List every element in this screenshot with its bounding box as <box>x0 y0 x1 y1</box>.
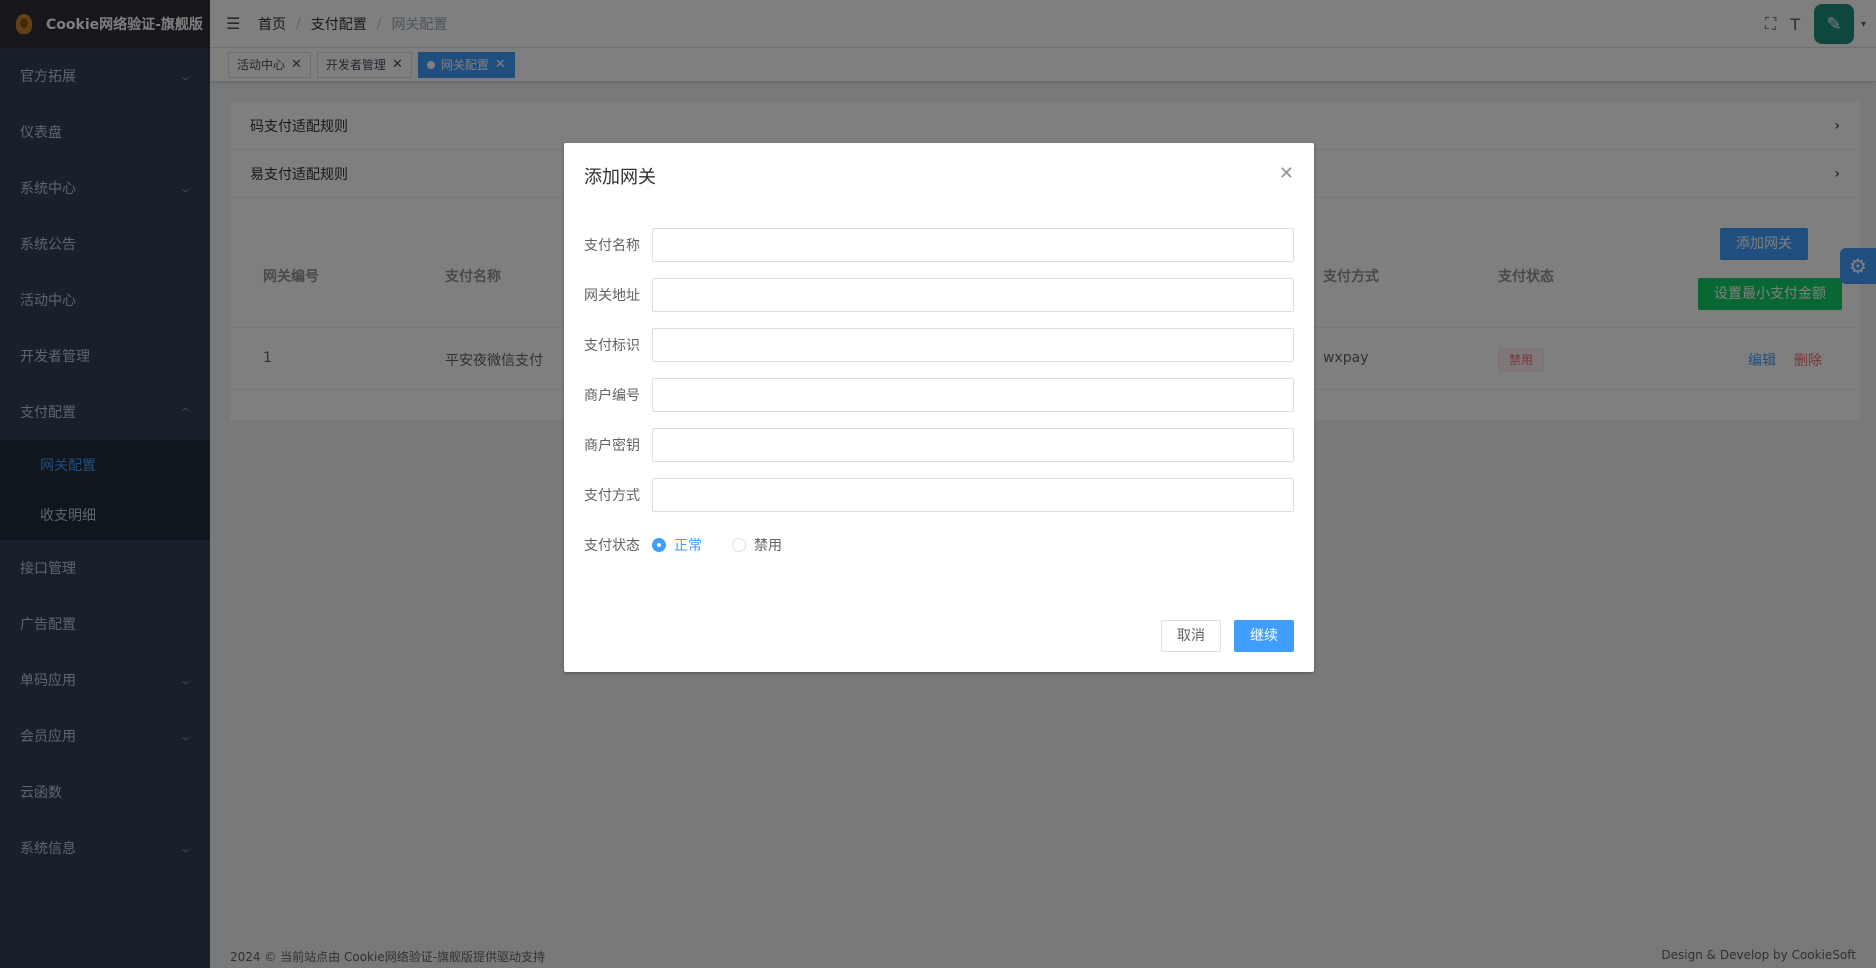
form-row-merchant-key: 商户密钥 <box>584 428 1294 462</box>
pay-identifier-input[interactable] <box>652 328 1294 362</box>
radio-checked-icon <box>652 538 666 552</box>
field-label: 支付方式 <box>584 488 640 504</box>
pay-method-input[interactable] <box>652 478 1294 512</box>
form-row-pay-name: 支付名称 <box>584 228 1294 262</box>
field-label: 支付状态 <box>584 538 640 554</box>
radio-normal[interactable]: 正常 <box>652 535 702 555</box>
form-row-pay-method: 支付方式 <box>584 478 1294 512</box>
form-row-pay-identifier: 支付标识 <box>584 328 1294 362</box>
add-gateway-dialog: 添加网关 ✕ 支付名称 网关地址 支付标识 商户编号 商户密钥 支付方式 支付状… <box>564 143 1314 672</box>
continue-button[interactable]: 继续 <box>1234 620 1294 652</box>
status-radio-group: 正常 禁用 <box>652 535 812 555</box>
gateway-url-input[interactable] <box>652 278 1294 312</box>
field-label: 支付标识 <box>584 338 640 354</box>
radio-unchecked-icon <box>732 538 746 552</box>
radio-disabled[interactable]: 禁用 <box>732 535 782 555</box>
radio-label: 禁用 <box>754 538 782 554</box>
field-label: 商户编号 <box>584 388 640 404</box>
form-row-pay-status: 支付状态 正常 禁用 <box>584 528 1294 562</box>
field-label: 支付名称 <box>584 238 640 254</box>
form-row-gateway-url: 网关地址 <box>584 278 1294 312</box>
radio-label: 正常 <box>674 538 702 554</box>
close-icon[interactable]: ✕ <box>1279 163 1294 184</box>
merchant-key-input[interactable] <box>652 428 1294 462</box>
cancel-button[interactable]: 取消 <box>1161 620 1221 652</box>
pay-name-input[interactable] <box>652 228 1294 262</box>
form-row-merchant-id: 商户编号 <box>584 378 1294 412</box>
field-label: 网关地址 <box>584 288 640 304</box>
merchant-id-input[interactable] <box>652 378 1294 412</box>
field-label: 商户密钥 <box>584 438 640 454</box>
dialog-title: 添加网关 <box>584 167 656 188</box>
